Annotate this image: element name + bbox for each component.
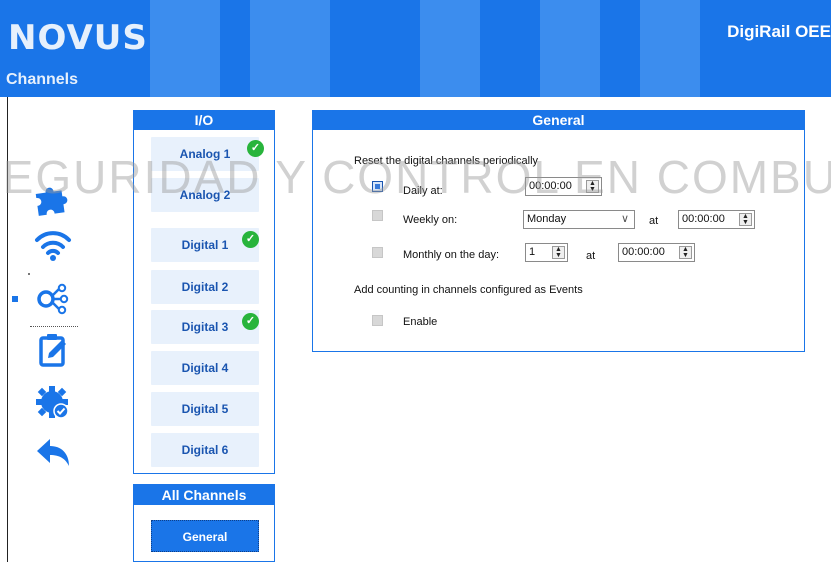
weekly-at-label: at [649,215,659,227]
spin-arrows-icon[interactable]: ▲ ▼ [552,246,565,259]
monthly-time-value: 00:00:00 [622,246,665,258]
header-bar: NOVUS Channels DigiRail OEE [0,0,831,97]
watermark-stroke [420,0,480,97]
general-button[interactable]: General [151,520,259,552]
channels-icon [37,283,69,315]
channel-label: Digital 6 [181,443,229,457]
monthly-at-label: at [586,250,596,262]
watermark-stroke [150,0,220,97]
reset-section-label: Reset the digital channels periodically [354,155,539,167]
chevron-down-icon: ∨ [620,213,629,225]
monthly-label: Monthly on the day: [403,249,500,261]
back-arrow-icon [37,439,69,466]
configured-check-icon: ✓ [242,231,259,248]
clipboard-edit-icon [39,334,66,367]
all-channels-panel: All Channels General [133,484,275,562]
weekly-time-value: 00:00:00 [682,213,725,225]
monthly-time-input[interactable]: 00:00:00 ▲ ▼ [618,243,695,262]
weekly-checkbox[interactable] [372,210,383,221]
channel-digital-3-button[interactable]: Digital 3 [151,310,259,344]
watermark-stroke [250,0,330,97]
nav-settings-button[interactable] [30,382,76,422]
left-divider [7,97,8,562]
daily-checkbox[interactable] [372,181,383,192]
enable-checkbox[interactable] [372,315,383,326]
channel-label: Analog 2 [179,188,231,202]
channel-label: Digital 3 [181,320,229,334]
weekly-time-input[interactable]: 00:00:00 ▲ ▼ [678,210,755,229]
nav-back-button[interactable] [30,433,76,473]
configured-check-icon: ✓ [242,313,259,330]
configured-check-icon: ✓ [247,140,264,157]
channel-analog-1-button[interactable]: Analog 1 [151,137,259,171]
channel-digital-1-button[interactable]: Digital 1 [151,228,259,262]
channel-label: Digital 5 [181,402,229,416]
weekly-day-select[interactable]: Monday ∨ [523,210,635,229]
enable-label: Enable [403,316,438,328]
puzzle-icon [35,187,68,216]
gear-check-icon [36,386,69,419]
weekly-day-value: Monday [527,213,567,225]
monthly-day-input[interactable]: 1 ▲ ▼ [525,243,568,262]
nav-diagnostics-button[interactable] [30,330,76,370]
monthly-day-value: 1 [529,246,536,258]
decoration-dot [28,273,30,275]
io-panel-title: I/O [134,111,274,130]
channel-label: Digital 1 [181,238,229,252]
events-section-label: Add counting in channels configured as E… [354,284,583,296]
active-indicator [12,296,18,302]
daily-time-input[interactable]: 00:00:00 ▲ ▼ [525,177,602,196]
channel-digital-2-button[interactable]: Digital 2 [151,270,259,304]
channel-digital-6-button[interactable]: Digital 6 [151,433,259,467]
channel-label: Digital 2 [181,280,229,294]
general-panel: General Reset the digital channels perio… [312,110,805,352]
channel-digital-4-button[interactable]: Digital 4 [151,351,259,385]
daily-label: Daily at: [403,185,443,197]
device-name: DigiRail OEE [727,22,831,41]
all-channels-title: All Channels [134,485,274,505]
channel-digital-5-button[interactable]: Digital 5 [151,392,259,426]
nav-modules-button[interactable] [30,177,76,217]
channel-analog-2-button[interactable]: Analog 2 [151,178,259,212]
wifi-icon [35,231,71,261]
io-panel: I/O Analog 1 ✓ Analog 2 Digital 1 ✓ Digi… [133,110,275,474]
channel-label: Analog 1 [179,147,231,161]
daily-time-value: 00:00:00 [529,180,572,192]
spin-arrows-icon[interactable]: ▲ ▼ [739,213,752,226]
channel-label: Digital 4 [181,361,229,375]
spin-arrows-icon[interactable]: ▲ ▼ [586,180,599,193]
general-panel-title: General [313,111,804,130]
watermark-stroke [540,0,600,97]
spin-arrows-icon[interactable]: ▲ ▼ [679,246,692,259]
watermark-stroke [640,0,700,97]
screen-title: Channels [6,71,79,88]
app-window: NOVUS Channels DigiRail OEE I/O Analog 1… [0,0,831,562]
active-underline [30,326,78,327]
nav-channels-button[interactable] [30,279,76,319]
weekly-label: Weekly on: [403,214,458,226]
monthly-checkbox[interactable] [372,247,383,258]
nav-communication-button[interactable] [30,225,76,265]
brand-logo: NOVUS [8,18,148,58]
